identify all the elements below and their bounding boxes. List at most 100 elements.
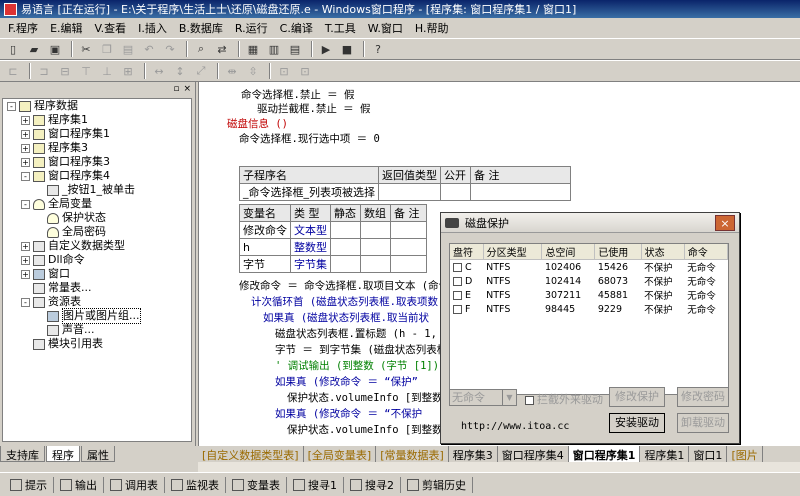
tree-item[interactable]: - 资源表: [3, 295, 191, 309]
align-right-icon[interactable]: ⊐: [35, 62, 53, 80]
tree-item[interactable]: - 程序数据: [3, 99, 191, 113]
code-line[interactable]: 保护状态.volumeInfo [到整数: [287, 390, 443, 405]
disk-list-header[interactable]: 分区类型: [483, 244, 543, 260]
bottom-tab[interactable]: 搜寻1: [287, 476, 344, 493]
disk-list-row[interactable]: D NTFS 102414 68073 不保护 无命令: [450, 274, 728, 288]
tree-item[interactable]: 图片或图片组...: [3, 308, 191, 324]
tree-item[interactable]: + Dll命令: [3, 253, 191, 267]
editor-tab[interactable]: [常量数据表]: [376, 446, 449, 462]
code-line[interactable]: 命令选择框.现行选中项 ＝ 0: [239, 131, 380, 146]
same-height-icon[interactable]: ↕: [171, 62, 189, 80]
editor-tab[interactable]: [自定义数据类型表]: [198, 446, 304, 462]
tree-item[interactable]: _按钮1_被单击: [3, 183, 191, 197]
var-table-cell[interactable]: [330, 238, 361, 256]
var-table-cell[interactable]: [360, 255, 391, 273]
collapse-icon[interactable]: -: [7, 101, 16, 111]
var-table-cell[interactable]: [330, 221, 361, 239]
disk-list-row[interactable]: E NTFS 307211 45881 不保护 无命令: [450, 288, 728, 302]
code-line[interactable]: 如果真 (修改命令 ＝ “不保护: [275, 406, 422, 421]
editor-tab[interactable]: [图片: [727, 446, 763, 462]
expand-icon[interactable]: +: [21, 241, 30, 251]
modify-protect-button[interactable]: 修改保护: [609, 387, 665, 407]
same-size-icon[interactable]: ⤢: [192, 62, 210, 80]
var-table-row[interactable]: h 整数型: [239, 238, 427, 256]
code-line[interactable]: 字节 ＝ 到字节集 (磁盘状态列表框: [275, 342, 447, 357]
expand-icon[interactable]: +: [21, 129, 30, 139]
code-line[interactable]: 修改命令 ＝ 命令选择框.取项目文本 (命令: [239, 278, 449, 293]
uninstall-driver-button[interactable]: 卸载驱动: [677, 413, 729, 433]
cut-icon[interactable]: ✂: [77, 40, 95, 58]
editor-tab[interactable]: 程序集1: [640, 446, 690, 462]
bottom-tab[interactable]: 监视表: [165, 476, 226, 493]
disk-list-header[interactable]: 状态: [641, 244, 685, 260]
help-icon[interactable]: ?: [369, 40, 387, 58]
tree-item[interactable]: 声音...: [3, 323, 191, 337]
var-table-cell[interactable]: [390, 221, 427, 239]
paste-icon[interactable]: ▤: [119, 40, 137, 58]
var-table-cell[interactable]: [390, 255, 427, 273]
space-horizontal-icon[interactable]: ⇹: [223, 62, 241, 80]
tree-item[interactable]: - 窗口程序集4: [3, 169, 191, 183]
window-layout-icon[interactable]: ▦: [244, 40, 262, 58]
var-table-cell[interactable]: 字节集: [290, 255, 331, 273]
stop-icon[interactable]: ■: [338, 40, 356, 58]
disk-list-row[interactable]: C NTFS 102406 15426 不保护 无命令: [450, 260, 728, 274]
align-middle-icon[interactable]: ⊞: [119, 62, 137, 80]
var-table-cell[interactable]: [390, 238, 427, 256]
chevron-down-icon[interactable]: ▼: [502, 390, 516, 405]
menu-item[interactable]: F.程序: [2, 20, 44, 36]
tree-item[interactable]: + 窗口: [3, 267, 191, 281]
tab-support-lib[interactable]: 支持库: [0, 446, 45, 462]
var-table-cell[interactable]: [360, 238, 391, 256]
bottom-tab[interactable]: 调用表: [104, 476, 165, 493]
tree-item[interactable]: + 程序集1: [3, 113, 191, 127]
disk-list[interactable]: 盘符 分区类型 总空间 已使用 状态 命令 C NTFS 102406 15426 不保护 无命令 D…: [449, 243, 729, 395]
sub-table-cell[interactable]: [378, 183, 441, 201]
editor-tab[interactable]: 程序集3: [449, 446, 498, 462]
var-table-row[interactable]: 修改命令 文本型: [239, 221, 427, 239]
var-table-cell[interactable]: 字节: [239, 255, 291, 273]
expand-icon[interactable]: +: [21, 269, 30, 279]
list-layout-icon[interactable]: ▤: [286, 40, 304, 58]
var-table-cell[interactable]: [360, 221, 391, 239]
checkbox-box[interactable]: [525, 395, 534, 405]
menu-item[interactable]: H.帮助: [409, 20, 455, 36]
menu-item[interactable]: E.编辑: [44, 20, 88, 36]
align-bottom-icon[interactable]: ⊥: [98, 62, 116, 80]
menu-item[interactable]: C.编译: [274, 20, 319, 36]
redo-icon[interactable]: ↷: [161, 40, 179, 58]
code-line[interactable]: 如果真 (修改命令 ＝ “保护”: [275, 374, 418, 389]
same-width-icon[interactable]: ↔: [150, 62, 168, 80]
tree-item[interactable]: + 窗口程序集1: [3, 127, 191, 141]
var-table-cell[interactable]: 文本型: [290, 221, 331, 239]
expand-icon[interactable]: +: [21, 157, 30, 167]
collapse-icon[interactable]: -: [21, 199, 30, 209]
expand-icon[interactable]: +: [21, 115, 30, 125]
find-icon[interactable]: ⌕: [192, 40, 210, 58]
var-table-cell[interactable]: h: [239, 238, 291, 256]
var-table-row[interactable]: 字节 字节集: [239, 255, 427, 273]
var-table-cell[interactable]: [330, 255, 361, 273]
tree-item[interactable]: 常量表...: [3, 281, 191, 295]
code-line[interactable]: ' 调试输出 (到整数 (字节 [1])): [275, 358, 445, 373]
sub-table-cell[interactable]: [470, 183, 571, 201]
sub-table-cell[interactable]: _命令选择框_列表项被选择: [239, 183, 379, 201]
tree-item[interactable]: 全局密码: [3, 225, 191, 239]
block-driver-checkbox[interactable]: 拦截外来驱动: [525, 391, 603, 407]
modify-password-button[interactable]: 修改密码: [677, 387, 729, 407]
collapse-icon[interactable]: -: [21, 297, 30, 307]
disk-list-row[interactable]: F NTFS 98445 9229 不保护 无命令: [450, 302, 728, 316]
code-line[interactable]: 如果真 (磁盘状态列表框.取当前状: [263, 310, 429, 325]
copy-icon[interactable]: ❐: [98, 40, 116, 58]
command-select[interactable]: 无命令 ▼: [449, 389, 517, 406]
editor-tab[interactable]: 窗口程序集4: [498, 446, 569, 462]
code-line[interactable]: 计次循环首 (磁盘状态列表框.取表项数: [251, 294, 438, 309]
run-icon[interactable]: ▶: [317, 40, 335, 58]
disk-list-header[interactable]: 命令: [684, 244, 729, 260]
tree-item[interactable]: - 全局变量: [3, 197, 191, 211]
sub-table-cell[interactable]: [440, 183, 471, 201]
align-center-icon[interactable]: ⊟: [56, 62, 74, 80]
disk-list-header[interactable]: 已使用: [594, 244, 642, 260]
tree-item[interactable]: + 自定义数据类型: [3, 239, 191, 253]
menu-item[interactable]: V.查看: [89, 20, 133, 36]
